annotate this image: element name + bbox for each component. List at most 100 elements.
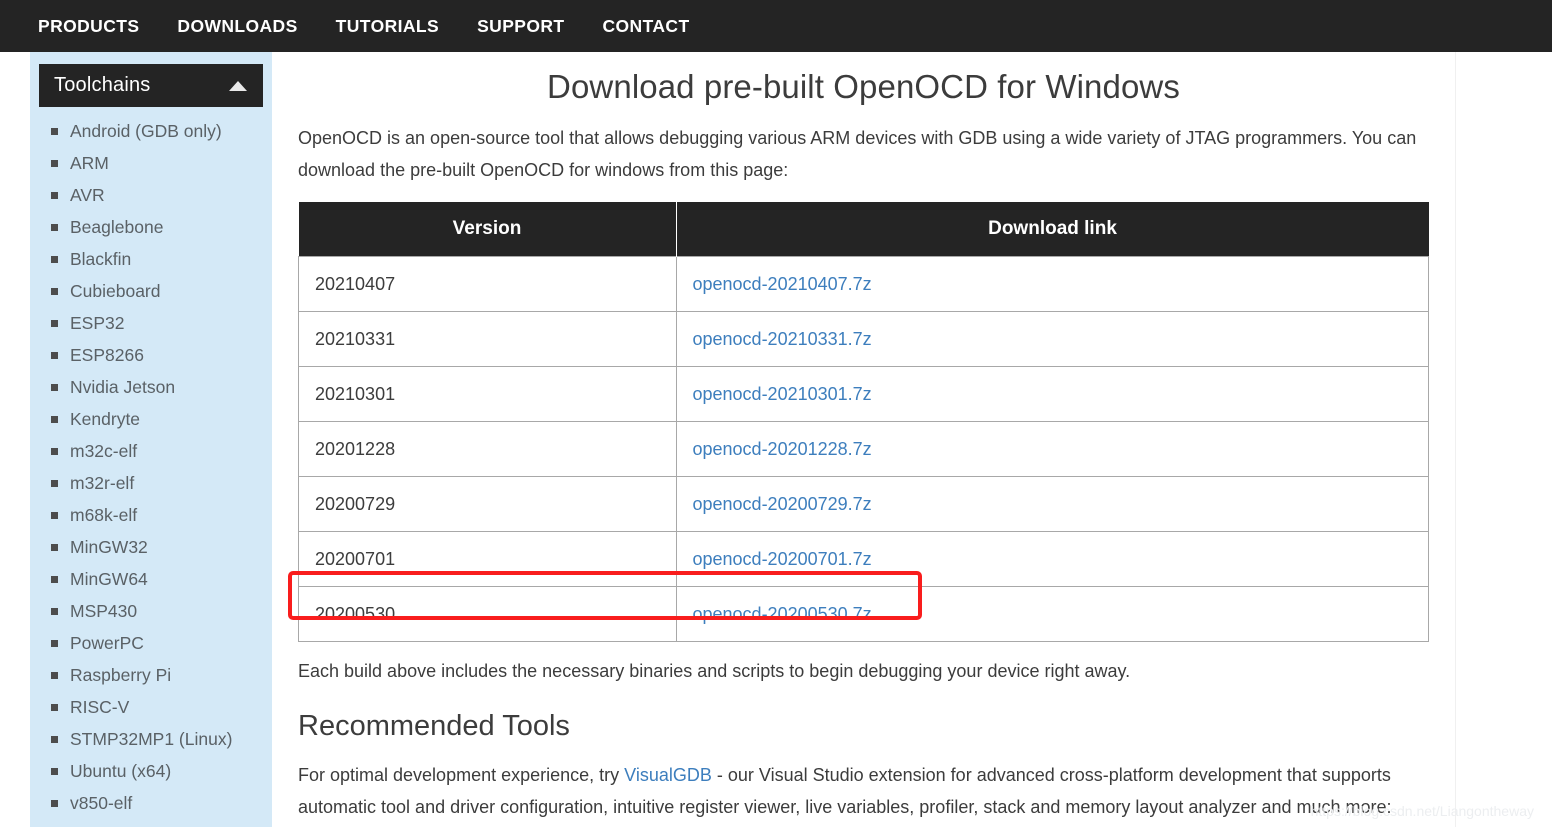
sidebar-item[interactable]: Android (GDB only) [39,115,263,147]
bullet-icon [51,480,58,487]
sidebar-header-toolchains[interactable]: Toolchains [39,64,263,107]
bullet-icon [51,352,58,359]
sidebar-item[interactable]: MSP430 [39,595,263,627]
cell-download-link: openocd-20210407.7z [676,257,1429,312]
sidebar-item-label: PowerPC [70,633,144,654]
sidebar-item-label: MinGW32 [70,537,148,558]
table-header-row: Version Download link [299,202,1429,257]
sidebar-item[interactable]: ESP32 [39,307,263,339]
bullet-icon [51,544,58,551]
bullet-icon [51,320,58,327]
table-row: 20200701 openocd-20200701.7z [299,532,1429,587]
sidebar-item[interactable]: Ubuntu (x64) [39,755,263,787]
column-header-download-link: Download link [676,202,1429,257]
table-row: 20201228 openocd-20201228.7z [299,422,1429,477]
sidebar-item-label: Kendryte [70,409,140,430]
sidebar-item[interactable]: PowerPC [39,627,263,659]
sidebar-item-label: Blackfin [70,249,131,270]
bullet-icon [51,608,58,615]
download-link[interactable]: openocd-20200729.7z [693,494,872,514]
bullet-icon [51,448,58,455]
bullet-icon [51,672,58,679]
sidebar-item[interactable]: Beaglebone [39,211,263,243]
table-row: 20200729 openocd-20200729.7z [299,477,1429,532]
cell-version: 20210301 [299,367,677,422]
sidebar-item[interactable]: AVR [39,179,263,211]
nav-item-contact[interactable]: CONTACT [603,16,690,37]
sidebar: Toolchains Android (GDB only) ARM AVRBeagl… [30,52,272,827]
cell-download-link: openocd-20200530.7z [676,587,1429,642]
bullet-icon [51,192,58,199]
sidebar-item[interactable]: STMP32MP1 (Linux) [39,723,263,755]
table-row: 20210301 openocd-20210301.7z [299,367,1429,422]
sidebar-item-label: m32r-elf [70,473,134,494]
sidebar-item-label: Raspberry Pi [70,665,171,686]
cell-version: 20201228 [299,422,677,477]
bullet-icon [51,224,58,231]
table-row: 20200530 openocd-20200530.7z [299,587,1429,642]
nav-item-products[interactable]: PRODUCTS [38,16,139,37]
download-link[interactable]: openocd-20200701.7z [693,549,872,569]
cell-download-link: openocd-20210301.7z [676,367,1429,422]
sidebar-item[interactable]: Blackfin [39,243,263,275]
visualgdb-link[interactable]: VisualGDB [624,765,712,785]
bullet-icon [51,160,58,167]
bullet-icon [51,736,58,743]
cell-version: 20200530 [299,587,677,642]
page-title: Download pre-built OpenOCD for Windows [298,68,1429,106]
sidebar-item-label: ARM [70,153,109,174]
bullet-icon [51,256,58,263]
bullet-icon [51,768,58,775]
sidebar-item-label: MSP430 [70,601,137,622]
bullet-icon [51,704,58,711]
download-link[interactable]: openocd-20210301.7z [693,384,872,404]
bullet-icon [51,800,58,807]
cell-version: 20210407 [299,257,677,312]
cell-download-link: openocd-20200729.7z [676,477,1429,532]
sidebar-item-label: m32c-elf [70,441,137,462]
recommended-tools-paragraph: For optimal development experience, try … [298,759,1429,823]
intro-paragraph: OpenOCD is an open-source tool that allo… [298,122,1429,186]
download-link[interactable]: openocd-20200530.7z [693,604,872,624]
cell-version: 20200701 [299,532,677,587]
chevron-up-icon[interactable] [229,81,247,91]
nav-item-downloads[interactable]: DOWNLOADS [177,16,297,37]
sidebar-item[interactable]: RISC-V [39,691,263,723]
cell-download-link: openocd-20201228.7z [676,422,1429,477]
sidebar-header-title: Toolchains [54,74,151,97]
download-link[interactable]: openocd-20210407.7z [693,274,872,294]
after-table-paragraph: Each build above includes the necessary … [298,656,1429,686]
sidebar-item[interactable]: Cubieboard [39,275,263,307]
sidebar-item-label: ESP32 [70,313,124,334]
sidebar-item-label: STMP32MP1 (Linux) [70,729,232,750]
sidebar-item[interactable]: ARM [39,147,263,179]
sidebar-item-label: m68k-elf [70,505,137,526]
sidebar-item[interactable]: m32c-elf [39,435,263,467]
sidebar-item[interactable]: MinGW32 [39,531,263,563]
download-link[interactable]: openocd-20210331.7z [693,329,872,349]
sidebar-item[interactable]: Kendryte [39,403,263,435]
bullet-icon [51,128,58,135]
sidebar-item-label: Ubuntu (x64) [70,761,171,782]
cell-version: 20200729 [299,477,677,532]
bullet-icon [51,512,58,519]
bullet-icon [51,384,58,391]
bullet-icon [51,288,58,295]
sidebar-item[interactable]: v850-elf [39,787,263,819]
sidebar-item-label: MinGW64 [70,569,148,590]
sidebar-item[interactable]: MinGW64 [39,563,263,595]
sidebar-item[interactable]: Nvidia Jetson [39,371,263,403]
downloads-table-body: 20210407 openocd-20210407.7z 20210331openo… [299,257,1429,642]
sidebar-item[interactable]: ESP8266 [39,339,263,371]
sidebar-item[interactable]: Raspberry Pi [39,659,263,691]
main-content: Download pre-built OpenOCD for Windows O… [272,52,1456,827]
sidebar-item-label: v850-elf [70,793,132,814]
sidebar-item-label: RISC-V [70,697,129,718]
sidebar-item[interactable]: m68k-elf [39,499,263,531]
nav-item-tutorials[interactable]: TUTORIALS [336,16,439,37]
table-row: 20210331openocd-20210331.7z [299,312,1429,367]
download-link[interactable]: openocd-20201228.7z [693,439,872,459]
cell-download-link: openocd-20200701.7z [676,532,1429,587]
sidebar-item[interactable]: m32r-elf [39,467,263,499]
nav-item-support[interactable]: SUPPORT [477,16,564,37]
